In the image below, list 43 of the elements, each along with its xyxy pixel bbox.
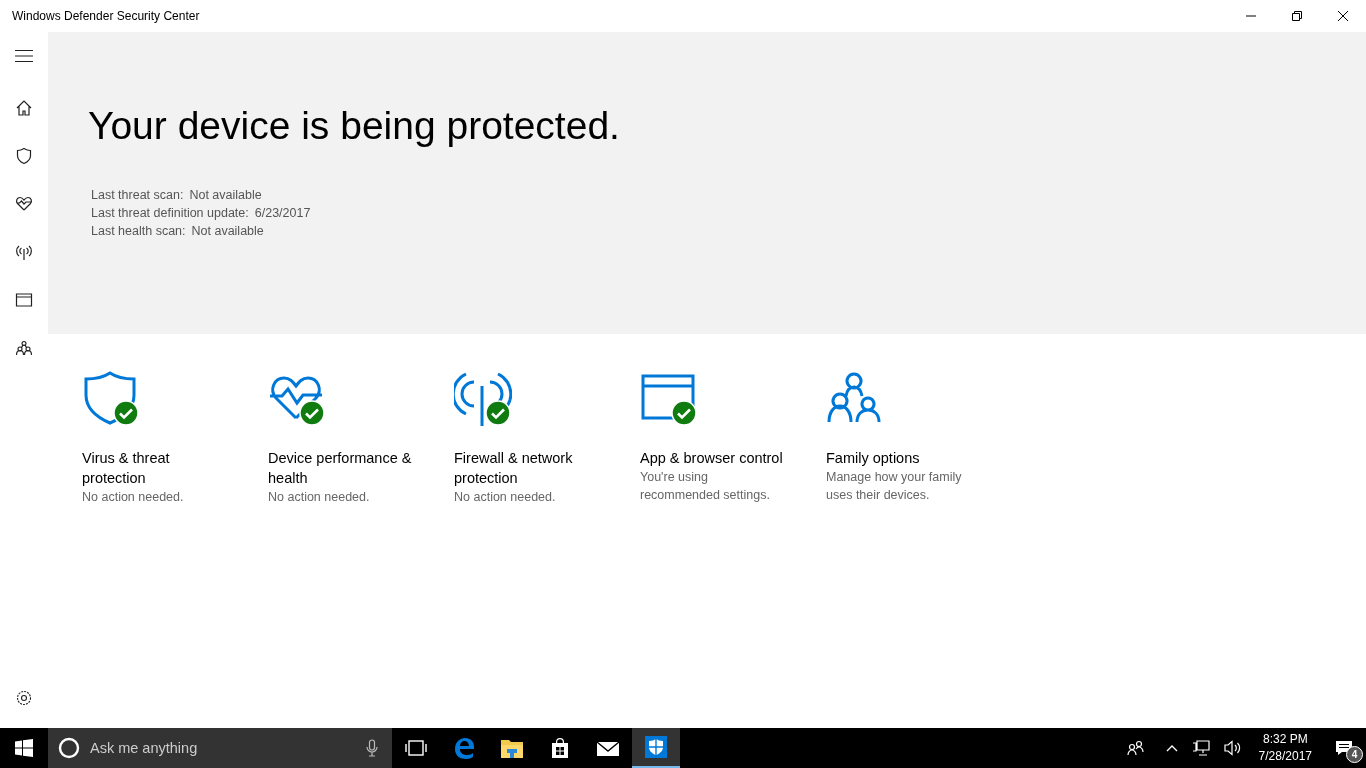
window-title: Windows Defender Security Center (12, 9, 200, 23)
shield-check-icon[interactable] (82, 370, 140, 428)
notification-count: 4 (1346, 746, 1363, 763)
tile-title-link[interactable]: App & browser control (640, 448, 790, 468)
search-box[interactable]: Ask me anything (48, 728, 392, 768)
volume-icon[interactable] (1223, 740, 1242, 756)
detail-value: Not available (189, 188, 262, 203)
search-field[interactable]: Ask me anything (88, 739, 358, 757)
status-heading: Your device is being protected. (88, 103, 620, 149)
close-icon (1337, 10, 1349, 22)
network-icon (15, 243, 33, 261)
tile-description: No action needed. (454, 489, 557, 506)
detail-label: Last threat scan: (91, 188, 184, 203)
microphone-icon[interactable] (366, 739, 378, 757)
windows-logo-icon (15, 739, 33, 757)
network-check-icon[interactable] (454, 370, 512, 428)
defender-taskbar-button[interactable] (632, 728, 680, 768)
chevron-up-icon[interactable] (1165, 744, 1178, 752)
shield-icon (15, 147, 33, 165)
family-icon (15, 339, 33, 357)
detail-value: Not available (191, 224, 264, 239)
tile-title-link[interactable]: Virus & threat protection (82, 448, 232, 488)
tile-title-link[interactable]: Device performance & health (268, 448, 418, 488)
circle-icon (58, 737, 80, 759)
browser-icon (15, 291, 33, 309)
notifications-button[interactable]: 4 (1322, 728, 1366, 768)
detail-value: 6/23/2017 (254, 206, 311, 221)
tile-description: No action needed. (82, 489, 185, 506)
tile-description: No action needed. (268, 489, 371, 506)
restore-icon (1291, 10, 1303, 22)
home-icon (15, 99, 33, 117)
detail-label: Last threat definition update: (91, 206, 249, 221)
settings-icon (15, 689, 33, 707)
clock-button[interactable]: 8:32 PM 7/28/2017 (1248, 731, 1322, 765)
tile-title-link[interactable]: Family options (826, 448, 976, 468)
tile-description: You're using recommended settings. (640, 469, 771, 504)
menu-icon (15, 49, 33, 63)
health-icon (15, 195, 33, 213)
people-icon[interactable] (1126, 740, 1145, 756)
network-icon[interactable] (1191, 740, 1210, 756)
tile-title-link[interactable]: Firewall & network protection (454, 448, 604, 488)
detail-label: Last health scan: (91, 224, 186, 239)
tile-description: Manage how your family uses their devices. (826, 469, 963, 504)
